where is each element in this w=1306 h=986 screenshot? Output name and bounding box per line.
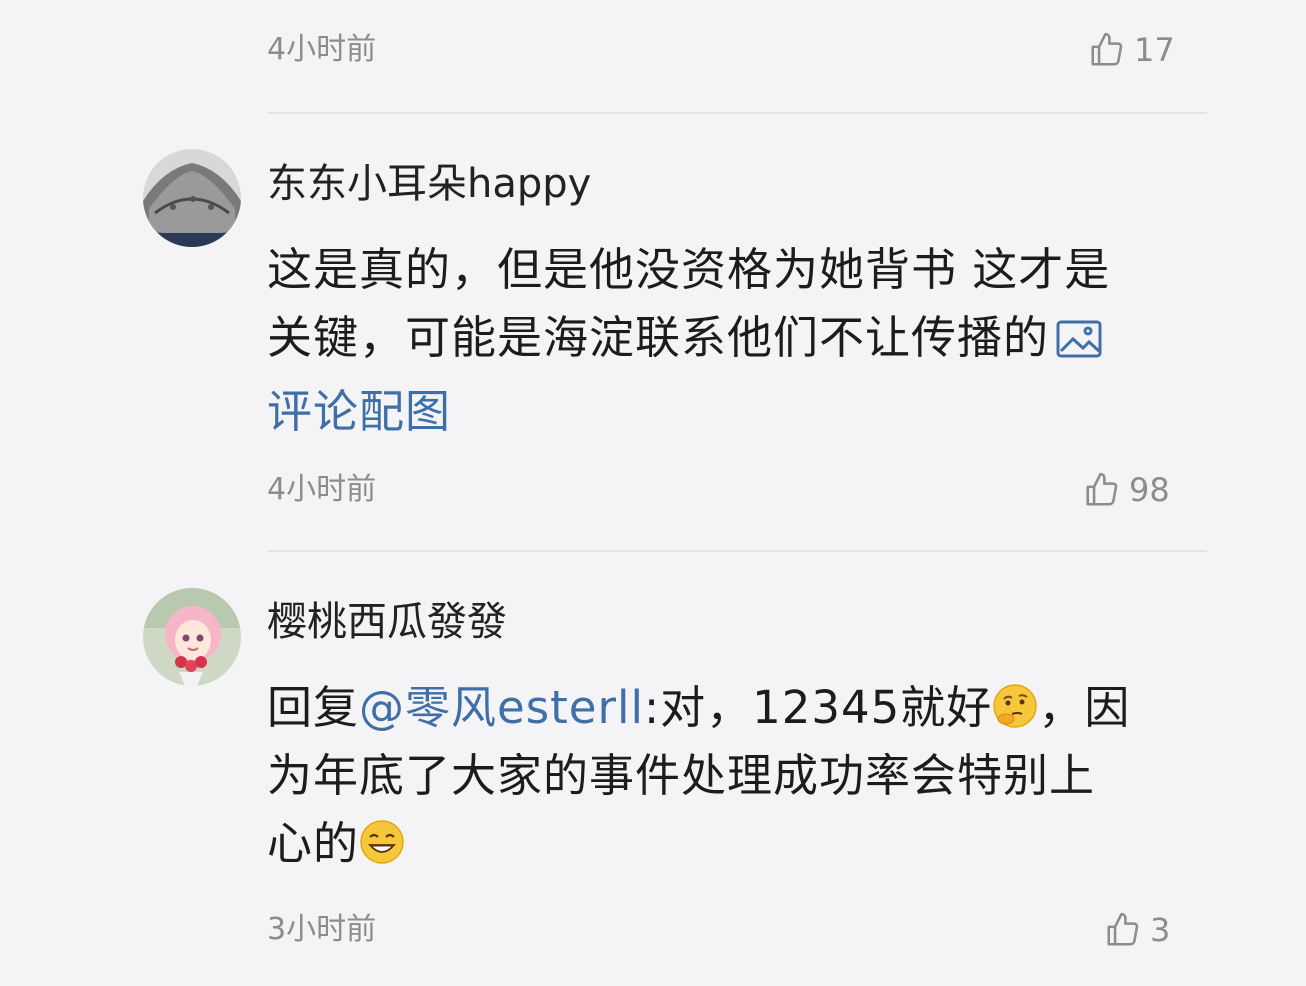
comment-time: 4小时前 <box>267 32 377 67</box>
comment-text-line: 回复@零风esterll:对，12345就好 ，因 <box>267 674 1177 742</box>
like-count: 3 <box>1150 911 1171 949</box>
thumbs-up-icon <box>1107 912 1139 946</box>
thinking-face-emoji <box>992 680 1038 728</box>
comment-text-segment: :对，12345就好 <box>643 681 993 734</box>
comment-image-link[interactable]: 评论配图 <box>267 378 1177 446</box>
comment-username[interactable]: 樱桃西瓜發發 <box>267 596 507 648</box>
divider <box>267 550 1207 552</box>
avatar[interactable] <box>143 149 241 247</box>
comment-text-segment: 关键，可能是海淀联系他们不让传播的 <box>267 311 1050 364</box>
comment-text-line: 关键，可能是海淀联系他们不让传播的 <box>267 304 1177 378</box>
divider <box>267 112 1207 114</box>
mention-link[interactable]: @零风esterll <box>359 681 644 734</box>
comment-text: 回复@零风esterll:对，12345就好 ，因 为年底了大家的事件处理成功率会… <box>267 674 1177 878</box>
comment-time: 4小时前 <box>267 472 377 507</box>
thumbs-up-icon <box>1086 472 1118 506</box>
like-button[interactable]: 3 <box>1104 910 1170 950</box>
reply-prefix: 回复 <box>267 681 360 734</box>
thumbs-up-icon <box>1091 32 1123 66</box>
like-button[interactable]: 98 <box>1083 470 1170 510</box>
image-icon[interactable] <box>1055 310 1103 378</box>
comment-text-line: 心的 <box>267 810 1177 878</box>
avatar[interactable] <box>143 588 241 686</box>
comment-text-line: 为年底了大家的事件处理成功率会特别上 <box>267 749 1096 802</box>
comment-text-segment: ，因 <box>1038 681 1131 734</box>
comment-text-line: 这是真的，但是他没资格为她背书 这才是 <box>267 243 1111 296</box>
comment-text: 这是真的，但是他没资格为她背书 这才是 关键，可能是海淀联系他们不让传播的 评论… <box>267 236 1177 446</box>
like-count: 17 <box>1134 31 1175 69</box>
comment-time: 3小时前 <box>267 912 377 947</box>
comment-text-segment: 心的 <box>267 817 360 870</box>
like-count: 98 <box>1129 471 1170 509</box>
grinning-face-emoji <box>359 816 405 864</box>
like-button[interactable]: 17 <box>1088 30 1175 70</box>
comment-username[interactable]: 东东小耳朵happy <box>267 158 591 210</box>
